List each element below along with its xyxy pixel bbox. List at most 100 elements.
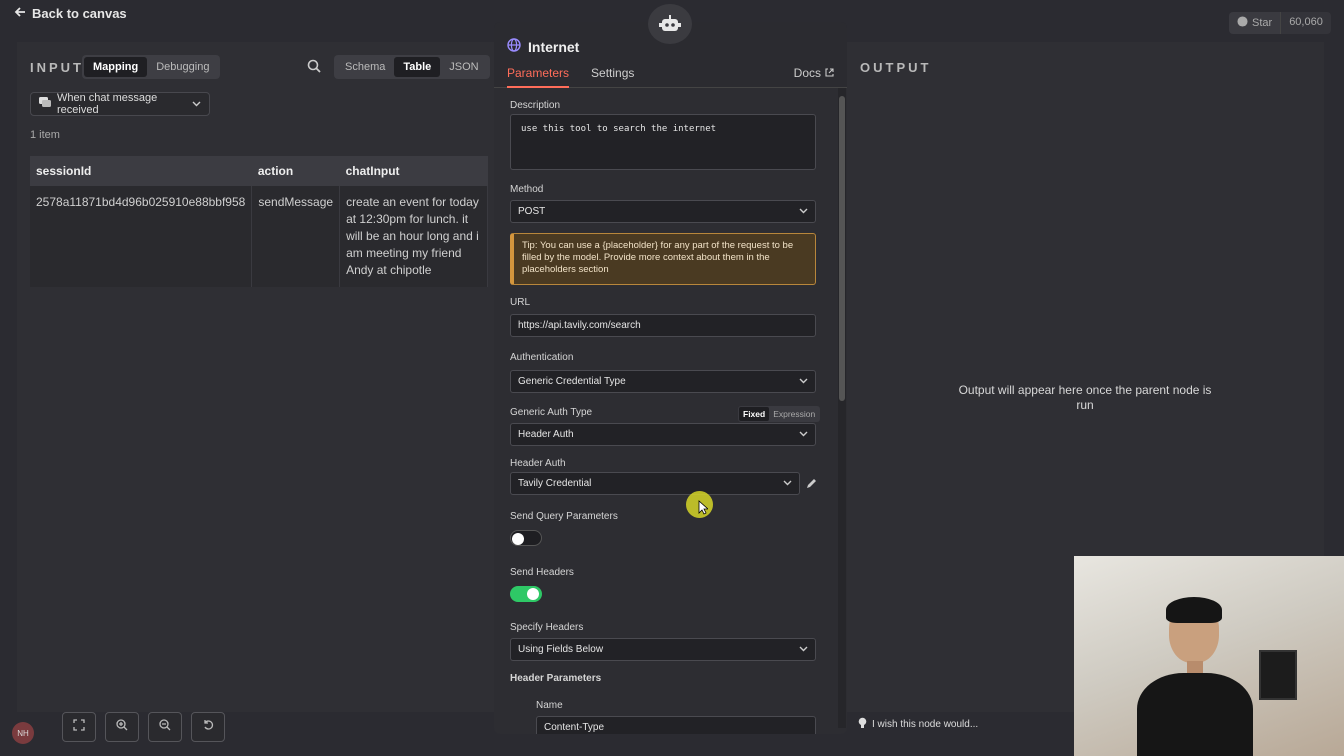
- header-name-value: Content-Type: [544, 722, 605, 733]
- url-value: https://api.tavily.com/search: [518, 320, 641, 331]
- fixed-expression-toggle: Fixed Expression: [738, 406, 821, 422]
- globe-icon: [507, 38, 521, 55]
- fixed-option[interactable]: Fixed: [739, 407, 770, 421]
- cell-action[interactable]: sendMessage: [251, 186, 341, 287]
- description-label: Description: [510, 100, 561, 111]
- header-parameters-label: Header Parameters: [510, 673, 602, 684]
- robot-icon: [648, 4, 692, 44]
- trigger-node-label: When chat message received: [57, 92, 158, 116]
- items-count: 1 item: [30, 129, 60, 141]
- header-auth-label: Header Auth: [510, 458, 566, 469]
- send-headers-label: Send Headers: [510, 567, 574, 578]
- wall-picture: [1259, 650, 1297, 700]
- tab-parameters[interactable]: Parameters: [507, 66, 570, 88]
- output-empty-message: Output will appear here once the parent …: [958, 383, 1212, 412]
- authentication-select[interactable]: Generic Credential Type: [510, 370, 816, 393]
- star-label: Star: [1252, 17, 1273, 29]
- input-pane: [17, 42, 495, 712]
- zoom-out-button[interactable]: [148, 712, 182, 742]
- tab-mapping[interactable]: Mapping: [84, 57, 148, 77]
- zoom-out-icon: [159, 718, 171, 736]
- chat-input-line: create an event for today: [346, 195, 479, 209]
- chevron-down-icon: [783, 478, 792, 489]
- column-header-sessionid[interactable]: sessionId: [30, 156, 252, 186]
- generic-auth-select[interactable]: Header Auth: [510, 423, 816, 446]
- external-link-icon: [825, 66, 834, 80]
- parameters-scrollbar[interactable]: [838, 88, 846, 728]
- send-query-label: Send Query Parameters: [510, 511, 618, 522]
- cell-chatinput[interactable]: create an event for today at 12:30pm for…: [339, 186, 489, 287]
- feedback-label: I wish this node would...: [872, 719, 979, 730]
- scrollbar-thumb[interactable]: [839, 96, 845, 401]
- chat-input-line: at 12:30pm for lunch. it: [346, 212, 469, 226]
- search-icon[interactable]: [307, 59, 321, 78]
- url-label: URL: [510, 297, 531, 308]
- webcam-overlay: [1074, 556, 1344, 756]
- specify-headers-value: Using Fields Below: [518, 644, 604, 655]
- chevron-down-icon: [192, 98, 201, 110]
- back-to-canvas-label: Back to canvas: [32, 6, 127, 21]
- presenter-figure: [1137, 597, 1253, 756]
- chevron-down-icon: [799, 644, 808, 655]
- method-value: POST: [518, 206, 546, 217]
- parameters-scroll-area: Description use this tool to search the …: [494, 88, 847, 734]
- send-headers-toggle[interactable]: [510, 586, 542, 602]
- output-title: OUTPUT: [860, 60, 932, 75]
- column-header-action[interactable]: action: [251, 156, 340, 186]
- feedback-link[interactable]: I wish this node would...: [858, 717, 978, 732]
- url-field[interactable]: https://api.tavily.com/search: [510, 314, 816, 337]
- expression-option[interactable]: Expression: [769, 407, 819, 421]
- input-data-table: sessionId action chatInput 2578a11871bd4…: [30, 156, 489, 287]
- header-name-field[interactable]: Content-Type: [536, 716, 816, 734]
- node-parameters-panel: Internet Parameters Settings Docs Descri…: [494, 22, 847, 734]
- github-star-button[interactable]: Star 60,060: [1229, 12, 1331, 34]
- back-to-canvas-link[interactable]: Back to canvas: [14, 6, 127, 21]
- reset-zoom-button[interactable]: [191, 712, 225, 742]
- chat-bubble-icon: [39, 97, 51, 111]
- tab-json[interactable]: JSON: [440, 57, 487, 77]
- specify-headers-select[interactable]: Using Fields Below: [510, 638, 816, 661]
- header-auth-value: Tavily Credential: [518, 478, 592, 489]
- chat-input-line: will be an hour long and i: [346, 229, 479, 243]
- tab-table[interactable]: Table: [394, 57, 441, 77]
- star-count: 60,060: [1280, 12, 1331, 34]
- input-view-toggle: Schema Table JSON: [334, 55, 490, 79]
- docs-label: Docs: [793, 66, 821, 80]
- tab-schema[interactable]: Schema: [336, 57, 394, 77]
- method-select[interactable]: POST: [510, 200, 816, 223]
- tab-debugging[interactable]: Debugging: [147, 57, 218, 77]
- chevron-down-icon: [799, 429, 808, 440]
- input-mode-toggle: Mapping Debugging: [82, 55, 221, 79]
- avatar[interactable]: NH: [12, 722, 34, 744]
- pencil-icon[interactable]: [805, 477, 817, 495]
- generic-auth-value: Header Auth: [518, 429, 574, 440]
- chevron-down-icon: [799, 206, 808, 217]
- chevron-down-icon: [799, 376, 808, 387]
- zoom-in-icon: [116, 718, 128, 736]
- authentication-label: Authentication: [510, 352, 574, 363]
- lightbulb-icon: [858, 717, 867, 732]
- node-title[interactable]: Internet: [528, 39, 579, 55]
- placeholder-tip: Tip: You can use a {placeholder} for any…: [510, 233, 816, 285]
- undo-icon: [202, 718, 214, 736]
- tab-settings[interactable]: Settings: [591, 66, 634, 88]
- authentication-value: Generic Credential Type: [518, 376, 626, 387]
- github-icon: [1237, 16, 1248, 30]
- zoom-controls: [62, 712, 225, 742]
- description-field[interactable]: use this tool to search the internet: [510, 114, 816, 170]
- send-query-toggle[interactable]: [510, 530, 542, 546]
- chat-input-line: Andy at chipotle: [346, 263, 432, 277]
- method-label: Method: [510, 184, 544, 195]
- trigger-node-select[interactable]: When chat message received: [30, 92, 210, 116]
- arrow-left-icon: [14, 6, 26, 21]
- table-row: 2578a11871bd4d96b025910e88bbf958 sendMes…: [30, 186, 489, 287]
- fit-view-button[interactable]: [62, 712, 96, 742]
- toggle-knob: [527, 588, 539, 600]
- header-name-label: Name: [536, 700, 563, 711]
- docs-link[interactable]: Docs: [794, 66, 834, 80]
- header-auth-select[interactable]: Tavily Credential: [510, 472, 800, 495]
- fullscreen-icon: [73, 718, 85, 736]
- cell-sessionid[interactable]: 2578a11871bd4d96b025910e88bbf958: [30, 186, 253, 287]
- zoom-in-button[interactable]: [105, 712, 139, 742]
- column-header-chatinput[interactable]: chatInput: [339, 156, 488, 186]
